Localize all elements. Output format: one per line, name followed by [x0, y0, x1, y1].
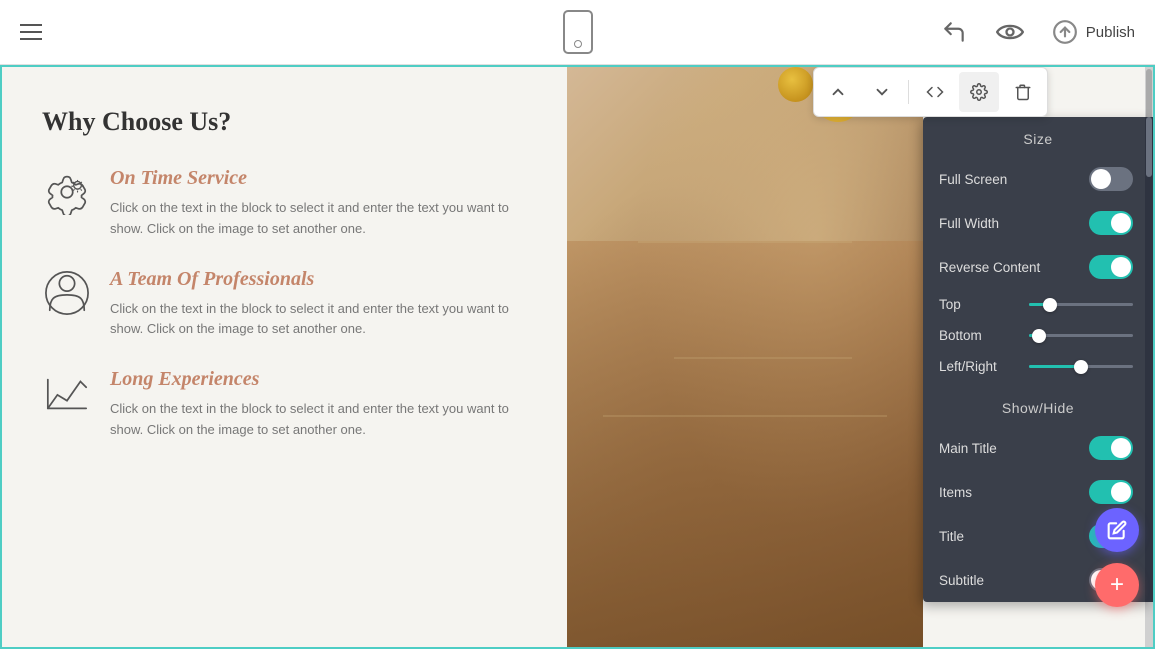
feature-text-2: A Team Of Professionals Click on the tex… — [110, 268, 527, 341]
leftright-slider-thumb[interactable] — [1074, 360, 1088, 374]
feature-title-3[interactable]: Long Experiences — [110, 368, 527, 391]
reverse-content-row: Reverse Content — [923, 245, 1153, 289]
publish-button[interactable]: Publish — [1052, 19, 1135, 45]
full-width-label: Full Width — [939, 216, 999, 231]
main-area: Why Choose Us? On Time Service Click on … — [0, 65, 1155, 649]
feature-item-3: Long Experiences Click on the text in th… — [42, 368, 527, 441]
subtitle-label: Subtitle — [939, 573, 984, 588]
undo-icon[interactable] — [940, 18, 968, 46]
feature-title-1[interactable]: On Time Service — [110, 167, 527, 190]
feature-text-1: On Time Service Click on the text in the… — [110, 167, 527, 240]
move-up-button[interactable] — [818, 72, 858, 112]
top-slider-thumb[interactable] — [1043, 298, 1057, 312]
right-image — [567, 67, 923, 647]
leftright-slider[interactable] — [1029, 365, 1133, 368]
canvas: Why Choose Us? On Time Service Click on … — [0, 65, 1155, 649]
feature-desc-3[interactable]: Click on the text in the block to select… — [110, 399, 527, 441]
section-title[interactable]: Why Choose Us? — [42, 107, 527, 137]
full-screen-row: Full Screen — [923, 157, 1153, 201]
code-button[interactable] — [915, 72, 955, 112]
feature-item-1: On Time Service Click on the text in the… — [42, 167, 527, 240]
mobile-preview-icon[interactable] — [563, 10, 593, 54]
header-left — [20, 24, 42, 40]
main-title-toggle[interactable] — [1089, 436, 1133, 460]
delete-button[interactable] — [1003, 72, 1043, 112]
feature-desc-2[interactable]: Click on the text in the block to select… — [110, 299, 527, 341]
top-slider-label: Top — [939, 297, 1019, 312]
leftright-slider-label: Left/Right — [939, 359, 1019, 374]
size-section-title: Size — [923, 117, 1153, 157]
full-screen-label: Full Screen — [939, 172, 1007, 187]
main-title-label: Main Title — [939, 441, 997, 456]
gear-icon — [42, 167, 92, 217]
settings-button[interactable] — [959, 72, 999, 112]
items-toggle[interactable] — [1089, 480, 1133, 504]
bottom-slider[interactable] — [1029, 334, 1133, 337]
fab-add-icon: + — [1110, 571, 1124, 599]
block-toolbar — [813, 67, 1048, 117]
feature-text-3: Long Experiences Click on the text in th… — [110, 368, 527, 441]
full-screen-toggle[interactable] — [1089, 167, 1133, 191]
settings-scrollbar[interactable] — [1145, 117, 1153, 602]
header-center — [563, 10, 593, 54]
feature-desc-1[interactable]: Click on the text in the block to select… — [110, 198, 527, 240]
person-icon — [42, 268, 92, 318]
hamburger-menu-icon[interactable] — [20, 24, 42, 40]
header: Publish — [0, 0, 1155, 65]
publish-label: Publish — [1086, 24, 1135, 41]
feature-title-2[interactable]: A Team Of Professionals — [110, 268, 527, 291]
show-hide-section-title: Show/Hide — [923, 386, 1153, 426]
title-label: Title — [939, 529, 964, 544]
chart-icon — [42, 368, 92, 418]
feature-item-2: A Team Of Professionals Click on the tex… — [42, 268, 527, 341]
main-title-row: Main Title — [923, 426, 1153, 470]
toolbar-divider-1 — [908, 80, 909, 104]
move-down-button[interactable] — [862, 72, 902, 112]
bottom-slider-thumb[interactable] — [1032, 329, 1046, 343]
top-slider[interactable] — [1029, 303, 1133, 306]
top-slider-row: Top — [923, 289, 1153, 320]
bottom-slider-row: Bottom — [923, 320, 1153, 351]
scrollbar-thumb — [1146, 117, 1152, 177]
bottom-slider-label: Bottom — [939, 328, 1019, 343]
full-width-toggle[interactable] — [1089, 211, 1133, 235]
header-right: Publish — [940, 18, 1135, 46]
leftright-slider-row: Left/Right — [923, 351, 1153, 382]
full-width-row: Full Width — [923, 201, 1153, 245]
gold-orb-2 — [778, 67, 813, 102]
preview-icon[interactable] — [996, 18, 1024, 46]
fab-edit-button[interactable] — [1095, 508, 1139, 552]
left-content: Why Choose Us? On Time Service Click on … — [2, 67, 567, 647]
reverse-content-toggle[interactable] — [1089, 255, 1133, 279]
reverse-content-label: Reverse Content — [939, 260, 1040, 275]
fab-add-button[interactable]: + — [1095, 563, 1139, 607]
items-label: Items — [939, 485, 972, 500]
